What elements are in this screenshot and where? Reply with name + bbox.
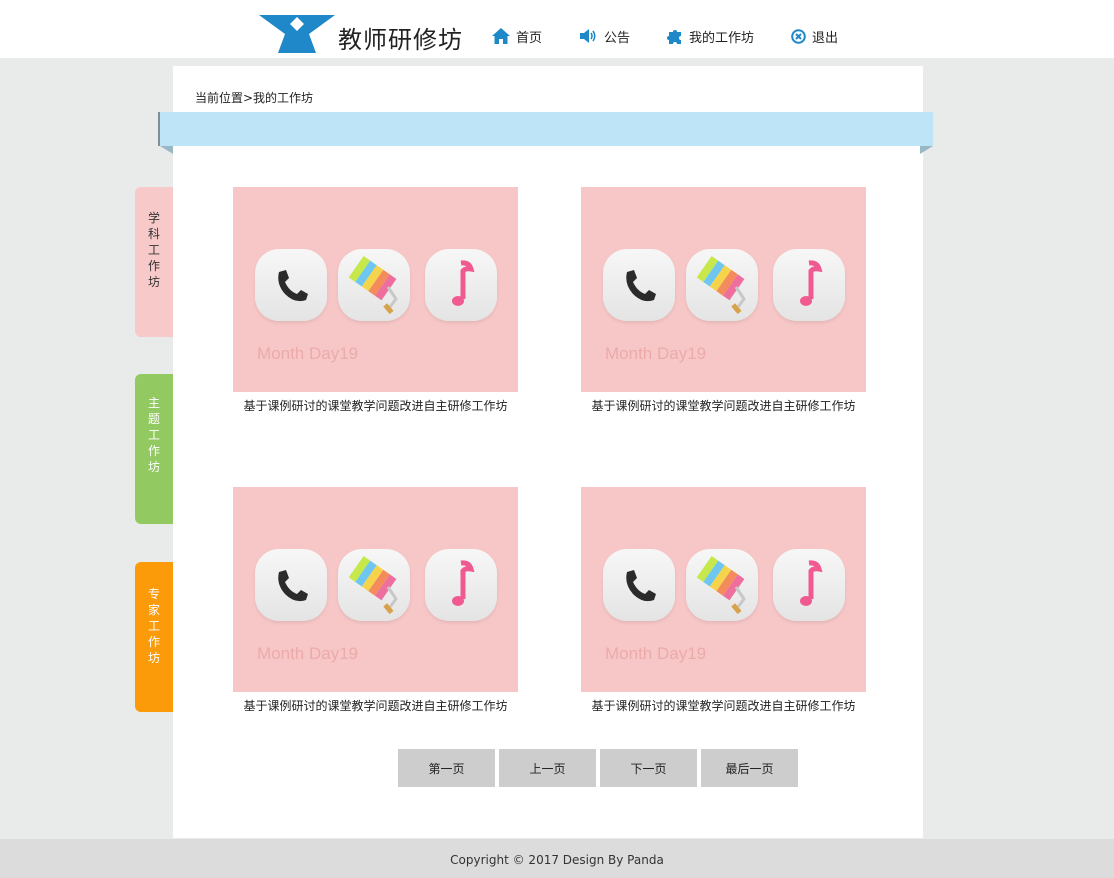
paint-roller-icon	[338, 549, 410, 621]
workshop-card-image[interactable]: Month Day19	[233, 487, 518, 692]
home-icon	[492, 28, 510, 44]
main-content-panel: 当前位置>我的工作坊	[173, 66, 923, 838]
workshop-card-image[interactable]: Month Day19	[581, 487, 866, 692]
workshop-card[interactable]: Month Day19 基于课例研讨的课堂教学问题改进自主研修工作坊	[233, 487, 518, 713]
first-page-button[interactable]: 第一页	[398, 749, 495, 787]
puzzle-icon	[667, 30, 681, 44]
paint-roller-icon	[338, 249, 410, 321]
side-tab-label: 主题工作坊	[147, 396, 160, 474]
nav-notice-label: 公告	[604, 30, 631, 46]
card-watermark: Month Day19	[605, 644, 707, 663]
nav-my-workshop[interactable]: 我的工作坊	[667, 26, 754, 46]
music-note-icon	[425, 549, 497, 621]
nav-home[interactable]: 首页	[492, 26, 542, 46]
workshop-card-title[interactable]: 基于课例研讨的课堂教学问题改进自主研修工作坊	[581, 397, 866, 414]
side-tab-label: 专家工作坊	[147, 587, 160, 665]
workshop-card[interactable]: Month Day19 基于课例研讨的课堂教学问题改进自主研修工作坊	[581, 487, 866, 713]
nav-notice[interactable]: 公告	[580, 26, 630, 46]
workshop-card-title[interactable]: 基于课例研讨的课堂教学问题改进自主研修工作坊	[581, 697, 866, 714]
copyright-text: Copyright © 2017 Design By Panda	[450, 853, 664, 867]
music-note-icon	[773, 549, 845, 621]
ribbon-fold-left	[160, 146, 173, 154]
nav-logout-label: 退出	[812, 30, 839, 46]
previous-page-button[interactable]: 上一页	[499, 749, 596, 787]
section-ribbon	[160, 112, 933, 146]
nav-my-workshop-label: 我的工作坊	[689, 30, 755, 46]
phone-icon	[255, 549, 327, 621]
side-tab-subject-workshop[interactable]: 学科工作坊	[135, 187, 173, 337]
paint-roller-icon	[686, 249, 758, 321]
workshop-card[interactable]: Month Day19 基于课例研讨的课堂教学问题改进自主研修工作坊	[233, 187, 518, 413]
workshop-card-image[interactable]: Month Day19	[581, 187, 866, 392]
phone-icon	[603, 549, 675, 621]
site-logo[interactable]	[259, 15, 335, 53]
next-page-button[interactable]: 下一页	[600, 749, 697, 787]
ribbon-fold-right	[920, 146, 933, 154]
side-tab-expert-workshop[interactable]: 专家工作坊	[135, 562, 173, 712]
close-circle-icon	[791, 28, 806, 44]
workshop-card-title[interactable]: 基于课例研讨的课堂教学问题改进自主研修工作坊	[233, 397, 518, 414]
page-footer: Copyright © 2017 Design By Panda	[0, 839, 1114, 878]
last-page-button[interactable]: 最后一页	[701, 749, 798, 787]
speaker-icon	[580, 29, 596, 43]
top-header: 教师研修坊 首页 公告 我的工作坊 退出	[0, 0, 1114, 58]
site-title: 教师研修坊	[338, 26, 463, 54]
nav-logout[interactable]: 退出	[791, 26, 838, 46]
workshop-card-image[interactable]: Month Day19	[233, 187, 518, 392]
workshop-card[interactable]: Month Day19 基于课例研讨的课堂教学问题改进自主研修工作坊	[581, 187, 866, 413]
music-note-icon	[425, 249, 497, 321]
phone-icon	[255, 249, 327, 321]
workshop-card-title[interactable]: 基于课例研讨的课堂教学问题改进自主研修工作坊	[233, 697, 518, 714]
music-note-icon	[773, 249, 845, 321]
card-watermark: Month Day19	[257, 644, 359, 663]
card-watermark: Month Day19	[257, 344, 359, 363]
side-tab-topic-workshop[interactable]: 主题工作坊	[135, 374, 173, 524]
phone-icon	[603, 249, 675, 321]
card-watermark: Month Day19	[605, 344, 707, 363]
nav-home-label: 首页	[516, 30, 543, 46]
breadcrumb: 当前位置>我的工作坊	[195, 91, 314, 105]
side-tab-label: 学科工作坊	[147, 211, 160, 289]
paint-roller-icon	[686, 549, 758, 621]
